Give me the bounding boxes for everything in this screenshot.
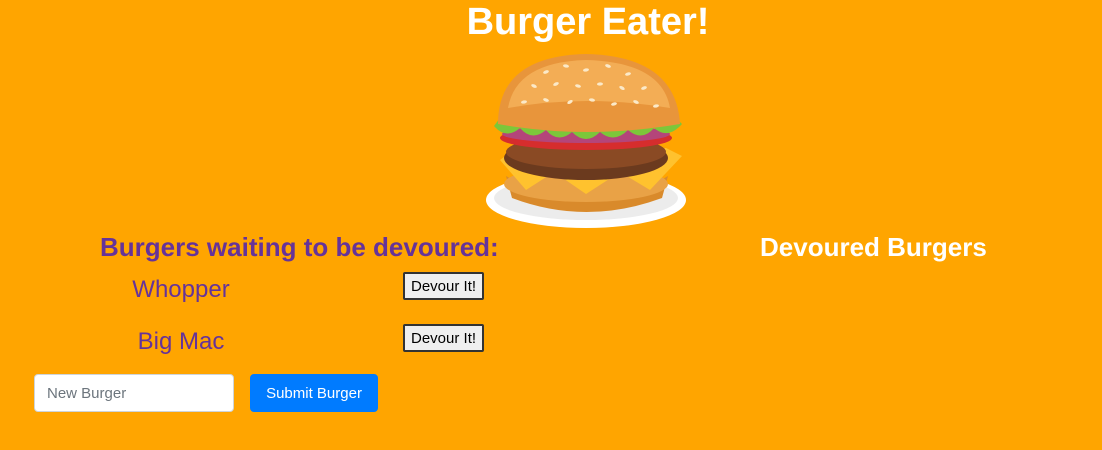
burger-image (486, 54, 686, 228)
submit-burger-button[interactable]: Submit Burger (250, 374, 378, 412)
page-title: Burger Eater! (466, 1, 710, 43)
list-item: Whopper Devour It! (0, 272, 600, 308)
list-item: Big Mac Devour It! (0, 324, 600, 360)
new-burger-input[interactable] (34, 374, 234, 412)
burger-name: Whopper (132, 276, 230, 303)
waiting-burgers-heading: Burgers waiting to be devoured: (100, 232, 499, 262)
devour-button[interactable]: Devour It! (403, 324, 485, 352)
devour-button[interactable]: Devour It! (403, 272, 485, 300)
devoured-burgers-heading: Devoured Burgers (760, 232, 987, 262)
burger-name: Big Mac (137, 328, 225, 355)
